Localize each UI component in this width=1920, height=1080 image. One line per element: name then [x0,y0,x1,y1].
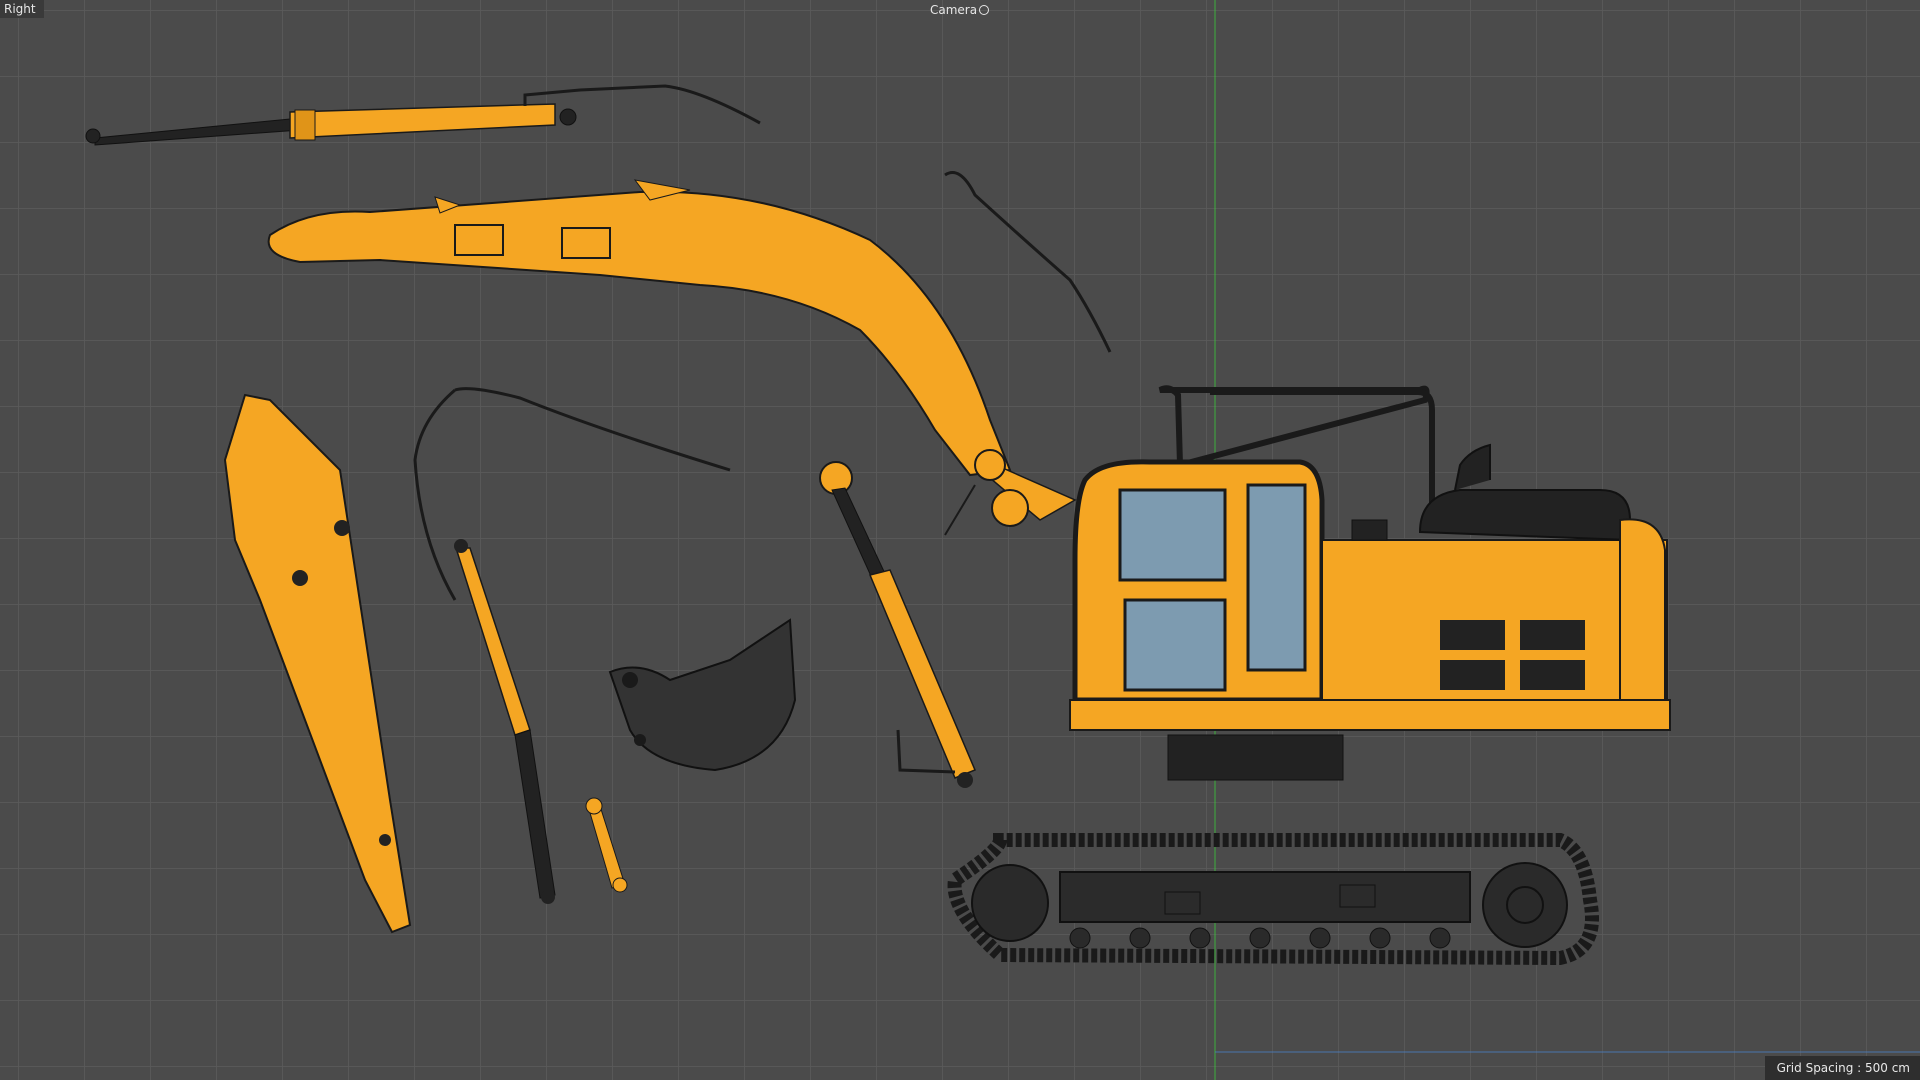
boom-part[interactable] [267,179,1077,536]
grid-spacing-text: Grid Spacing : 500 cm [1776,1061,1910,1075]
bucket-cylinder-part[interactable] [819,461,976,788]
bucket-part[interactable] [608,618,797,772]
hydraulic-hose-1[interactable] [944,171,1112,353]
link-part[interactable] [585,797,628,893]
grid-spacing-readout: Grid Spacing : 500 cm [1764,1056,1920,1080]
boom-cylinder-part[interactable] [85,84,761,146]
camera-menu[interactable]: Camera [930,1,990,19]
camera-orbit-icon[interactable] [979,5,990,15]
track-part[interactable] [947,833,1599,966]
upper-structure-part[interactable] [1069,385,1671,781]
scene-canvas[interactable] [0,0,1920,1080]
3d-viewport[interactable]: Right Camera Grid Spacing : 500 cm [0,0,1920,1080]
arm-part[interactable] [223,393,412,934]
camera-label-text: Camera [930,3,978,17]
view-name: Right [4,2,36,16]
arm-cylinder-part[interactable] [454,539,556,904]
viewport-view-label[interactable]: Right [0,0,44,18]
